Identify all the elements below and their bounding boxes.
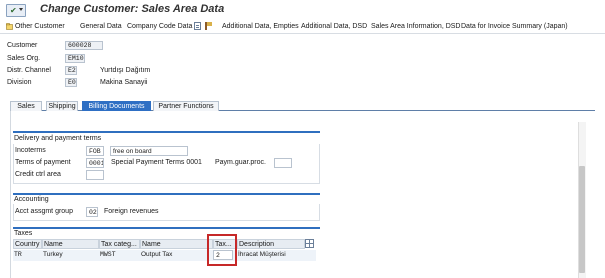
- acct-group-label: Acct assgmt group: [15, 208, 73, 215]
- additional-data-dsd-button[interactable]: Additional Data, DSD: [301, 22, 367, 32]
- column-header-country[interactable]: Country: [13, 239, 42, 249]
- credit-area-label: Credit ctrl area: [15, 171, 61, 178]
- tab-billing-documents[interactable]: Billing Documents: [82, 101, 151, 111]
- delivery-section-title: Delivery and payment terms: [14, 135, 102, 142]
- cell-category-name: Output Tax: [141, 251, 173, 258]
- cell-country: TR: [14, 251, 22, 258]
- incoterms-code-field[interactable]: FOB: [86, 146, 104, 156]
- flag-icon: [205, 22, 213, 31]
- additional-data-empties-button[interactable]: Additional Data, Empties: [222, 22, 299, 32]
- chevron-down-icon: [19, 8, 23, 11]
- division-label: Division: [7, 79, 32, 86]
- sales-org-field[interactable]: EM10: [65, 54, 85, 63]
- invoice-summary-label: Data for Invoice Summary (Japan): [461, 23, 568, 30]
- delivery-section-rule: [13, 131, 320, 133]
- document-icon: [194, 22, 201, 31]
- flag-button[interactable]: [205, 22, 213, 32]
- other-customer-icon: [6, 22, 13, 30]
- taxes-section-title: Taxes: [14, 230, 33, 237]
- tab-sales[interactable]: Sales: [10, 101, 42, 111]
- credit-area-field[interactable]: [86, 170, 104, 180]
- menu-dropdown-button[interactable]: ✔: [6, 4, 26, 17]
- invoice-summary-button[interactable]: Data for Invoice Summary (Japan): [461, 22, 568, 32]
- distr-channel-field[interactable]: E2: [65, 66, 77, 75]
- incoterms-label: Incoterms: [15, 147, 46, 154]
- copy-document-button[interactable]: [194, 22, 201, 32]
- accounting-section-title: Accounting: [14, 196, 49, 203]
- additional-data-empties-label: Additional Data, Empties: [222, 23, 299, 30]
- table-settings-icon[interactable]: [305, 239, 314, 248]
- general-data-label: General Data: [80, 23, 122, 30]
- division-field[interactable]: E0: [65, 78, 77, 87]
- column-header-category-name[interactable]: Name: [140, 239, 213, 249]
- company-code-data-button[interactable]: Company Code Data: [127, 22, 192, 32]
- distr-channel-desc: Yurtdışı Dağıtım: [100, 67, 151, 74]
- highlight-box: [207, 234, 237, 266]
- taxes-section-rule: [13, 227, 320, 229]
- paym-guar-label: Paym.guar.proc.: [215, 159, 266, 166]
- additional-data-dsd-label: Additional Data, DSD: [301, 23, 368, 30]
- distr-channel-label: Distr. Channel: [7, 67, 51, 74]
- page-title: Change Customer: Sales Area Data: [40, 3, 225, 15]
- cell-tax-category: MWST: [100, 251, 116, 258]
- title-bar: ✔ Change Customer: Sales Area Data: [0, 0, 605, 20]
- tab-partner-functions[interactable]: Partner Functions: [153, 101, 219, 111]
- sales-area-info-dsd-label: Sales Area Information, DSD: [371, 23, 461, 30]
- payment-terms-desc: Special Payment Terms 0001: [111, 159, 202, 166]
- paym-guar-field[interactable]: [274, 158, 292, 168]
- division-desc: Makina Sanayii: [100, 79, 148, 86]
- tab-strip: Sales Shipping Billing Documents Partner…: [10, 101, 595, 111]
- cell-description: İhracat Müşterisi: [238, 251, 286, 258]
- cell-country-name: Turkey: [43, 251, 63, 258]
- other-customer-label: Other Customer: [14, 23, 65, 30]
- scrollbar-thumb[interactable]: [579, 166, 585, 273]
- column-header-description[interactable]: Description: [237, 239, 305, 249]
- company-code-data-label: Company Code Data: [127, 23, 193, 30]
- checkmark-icon: ✔: [10, 6, 17, 15]
- payment-terms-field[interactable]: 0001: [86, 158, 104, 168]
- customer-label: Customer: [7, 42, 38, 49]
- payment-terms-label: Terms of payment: [15, 159, 71, 166]
- sales-org-label: Sales Org.: [7, 55, 41, 62]
- application-toolbar: Other Customer General Data Company Code…: [0, 20, 605, 34]
- other-customer-button[interactable]: Other Customer: [6, 22, 65, 32]
- acct-group-desc: Foreign revenues: [104, 208, 159, 215]
- column-header-tax-category[interactable]: Tax categ...: [99, 239, 140, 249]
- tab-shipping[interactable]: Shipping: [46, 101, 78, 111]
- general-data-button[interactable]: General Data: [80, 22, 122, 32]
- customer-field[interactable]: 600028: [65, 41, 103, 50]
- column-header-country-name[interactable]: Name: [42, 239, 99, 249]
- accounting-section-rule: [13, 193, 320, 195]
- sales-area-info-dsd-button[interactable]: Sales Area Information, DSD: [371, 22, 461, 32]
- table-row-empty[interactable]: [13, 261, 316, 272]
- incoterms-text-field[interactable]: free on board: [110, 146, 188, 156]
- acct-group-field[interactable]: 02: [86, 207, 98, 217]
